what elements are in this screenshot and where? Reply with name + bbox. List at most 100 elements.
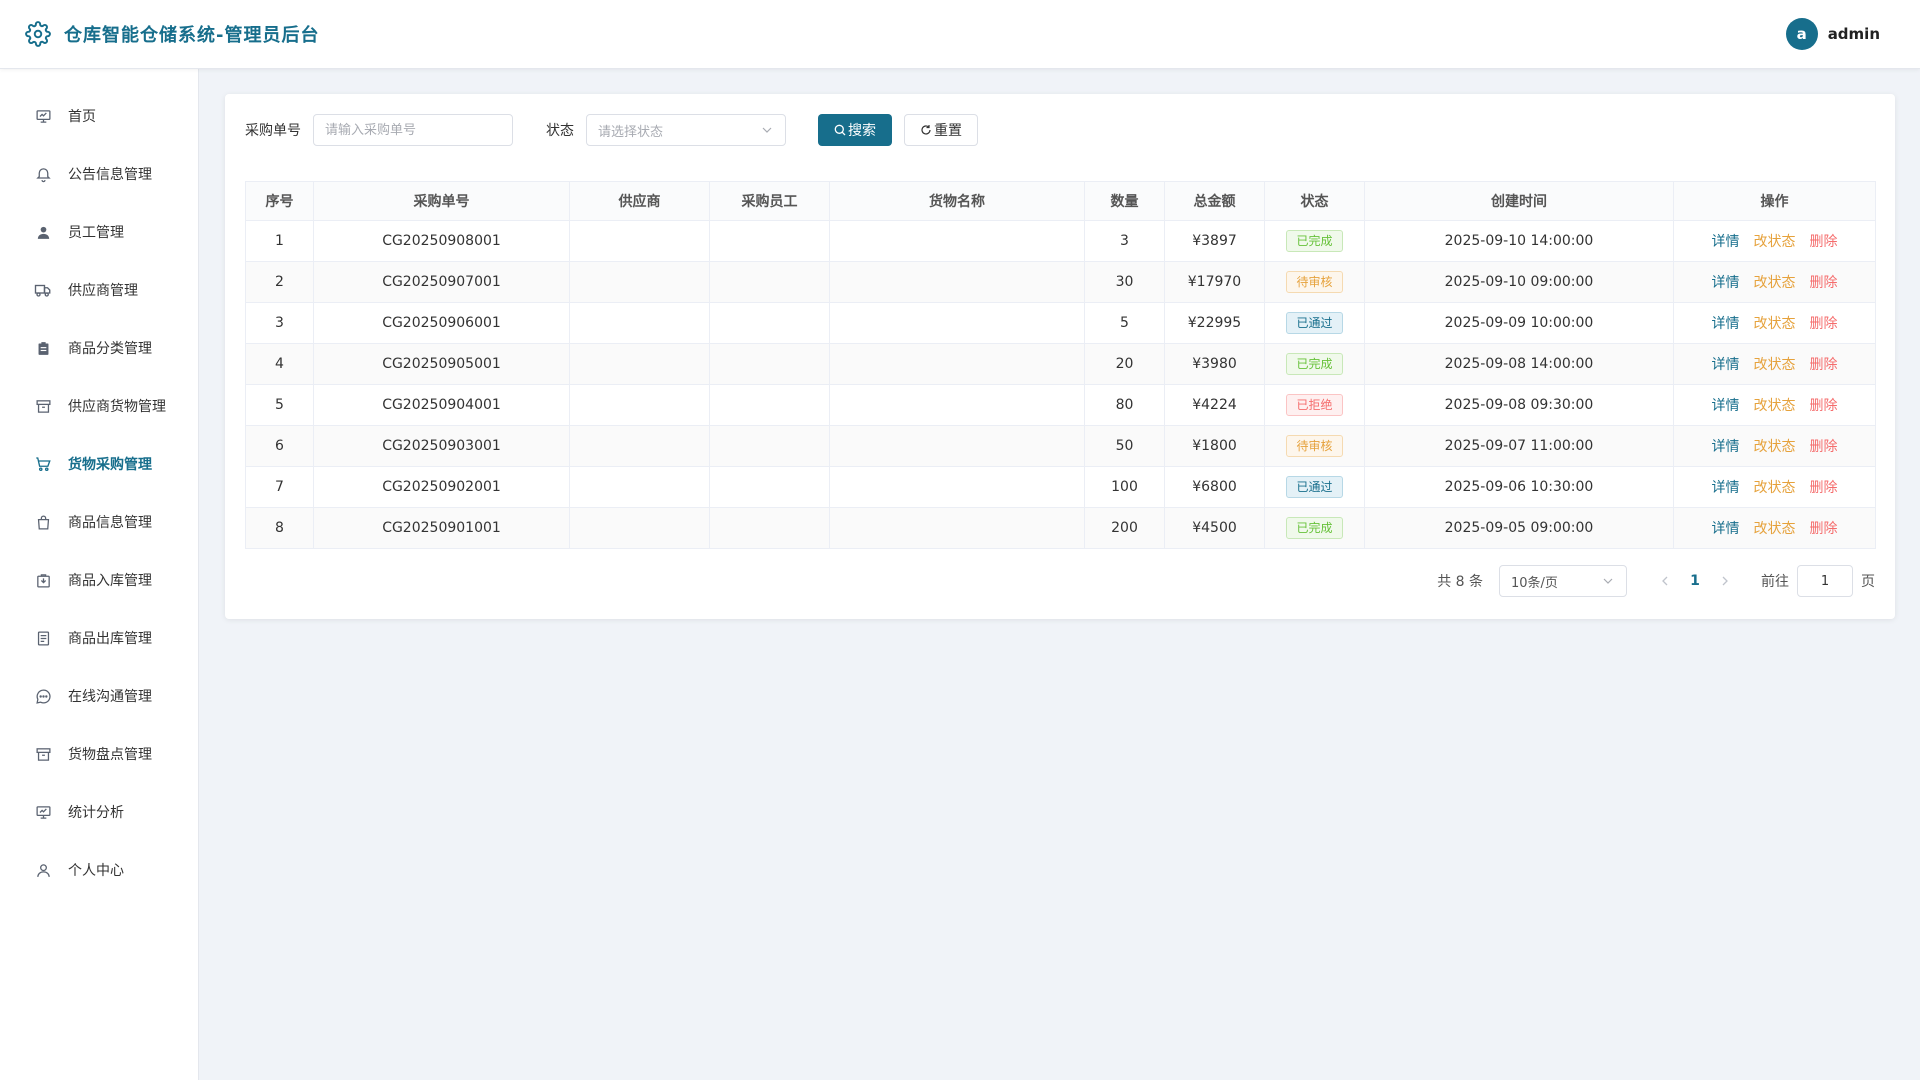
table-row: 2 CG20250907001 30 ¥17970 待审核 2025-09-10 09:0… [245,261,1876,303]
sidebar-item-home[interactable]: 首页 [0,87,198,145]
sidebar-item-notice[interactable]: 公告信息管理 [0,145,198,203]
avatar[interactable]: a [1785,18,1818,50]
cell-index: 4 [245,343,314,385]
cell-index: 7 [245,466,314,508]
cell-actions: 详情 改状态 删除 [1673,425,1876,467]
change-status-link[interactable]: 改状态 [1754,316,1796,332]
change-status-link[interactable]: 改状态 [1754,357,1796,373]
sidebar-item-outbound[interactable]: 商品出库管理 [0,609,198,667]
sidebar-item-chat[interactable]: 在线沟通管理 [0,667,198,725]
detail-link[interactable]: 详情 [1712,480,1740,496]
delete-link[interactable]: 删除 [1810,398,1838,414]
reset-button[interactable]: 重置 [904,114,978,146]
sidebar-item-goods-info[interactable]: 商品信息管理 [0,493,198,551]
order-no-input[interactable] [313,114,513,146]
refresh-icon [920,124,932,136]
user-menu[interactable]: a admin [1785,18,1880,50]
sidebar-item-label: 商品出库管理 [68,631,152,647]
page-suffix: 页 [1861,574,1875,590]
cell-quantity: 5 [1084,302,1165,344]
cell-staff [709,343,830,385]
delete-link[interactable]: 删除 [1810,521,1838,537]
detail-link[interactable]: 详情 [1712,234,1740,250]
sidebar-item-statistics[interactable]: 统计分析 [0,783,198,841]
change-status-link[interactable]: 改状态 [1754,398,1796,414]
delete-link[interactable]: 删除 [1810,439,1838,455]
cell-status: 已拒绝 [1264,384,1365,426]
table-row: 3 CG20250906001 5 ¥22995 已通过 2025-09-09 10:00… [245,302,1876,344]
cell-status: 已完成 [1264,507,1365,549]
table-header-row: 序号 采购单号 供应商 采购员工 货物名称 数量 总金额 状态 创建时间 操作 [245,181,1876,221]
delete-link[interactable]: 删除 [1810,275,1838,291]
cell-created-time: 2025-09-08 09:30:00 [1364,384,1674,426]
cell-amount: ¥6800 [1164,466,1265,508]
detail-link[interactable]: 详情 [1712,521,1740,537]
cart-icon [34,455,52,473]
change-status-link[interactable]: 改状态 [1754,275,1796,291]
app-title: 仓库智能仓储系统-管理员后台 [64,25,320,46]
change-status-link[interactable]: 改状态 [1754,439,1796,455]
sidebar-item-label: 个人中心 [68,863,124,879]
cell-goods-name [829,384,1085,426]
detail-link[interactable]: 详情 [1712,439,1740,455]
clipboard-icon [34,339,52,357]
change-status-link[interactable]: 改状态 [1754,521,1796,537]
search-icon [834,124,846,136]
column-header: 总金额 [1164,181,1265,221]
delete-link[interactable]: 删除 [1810,234,1838,250]
cell-created-time: 2025-09-09 10:00:00 [1364,302,1674,344]
chevron-right-icon [1722,576,1728,586]
cell-created-time: 2025-09-10 14:00:00 [1364,220,1674,262]
delete-link[interactable]: 删除 [1810,316,1838,332]
detail-link[interactable]: 详情 [1712,357,1740,373]
cell-amount: ¥4500 [1164,507,1265,549]
sidebar-item-staff[interactable]: 员工管理 [0,203,198,261]
cell-order-no: CG20250903001 [313,425,570,467]
cell-actions: 详情 改状态 删除 [1673,220,1876,262]
cell-goods-name [829,507,1085,549]
delete-link[interactable]: 删除 [1810,480,1838,496]
user-name[interactable]: admin [1828,25,1880,43]
page-number[interactable]: 1 [1679,573,1711,589]
cell-order-no: CG20250905001 [313,343,570,385]
sidebar-item-label: 商品分类管理 [68,341,152,357]
dashboard-icon [34,107,52,125]
delete-link[interactable]: 删除 [1810,357,1838,373]
cell-actions: 详情 改状态 删除 [1673,343,1876,385]
next-page-button[interactable] [1711,567,1739,595]
cell-created-time: 2025-09-06 10:30:00 [1364,466,1674,508]
status-select[interactable]: 请选择状态 [586,114,786,146]
sidebar-item-profile[interactable]: 个人中心 [0,841,198,899]
chevron-down-icon [1602,575,1614,587]
pagination: 共 8 条 10条/页 1 前往 页 [1437,565,1875,597]
sidebar-item-purchase[interactable]: 货物采购管理 [0,435,198,493]
detail-link[interactable]: 详情 [1712,316,1740,332]
cell-amount: ¥3980 [1164,343,1265,385]
column-header: 采购单号 [313,181,570,221]
cell-amount: ¥22995 [1164,302,1265,344]
change-status-link[interactable]: 改状态 [1754,480,1796,496]
sidebar-item-inventory[interactable]: 货物盘点管理 [0,725,198,783]
search-button[interactable]: 搜索 [818,114,892,146]
cell-goods-name [829,466,1085,508]
detail-link[interactable]: 详情 [1712,275,1740,291]
sidebar-item-category[interactable]: 商品分类管理 [0,319,198,377]
purchase-table: 序号 采购单号 供应商 采购员工 货物名称 数量 总金额 状态 创建时间 操作 … [245,181,1876,549]
cell-supplier [569,261,710,303]
archive-icon [34,745,52,763]
sidebar-item-supplier-goods[interactable]: 供应商货物管理 [0,377,198,435]
status-badge: 待审核 [1286,435,1343,457]
detail-link[interactable]: 详情 [1712,398,1740,414]
cell-goods-name [829,302,1085,344]
page-size-select[interactable]: 10条/页 [1499,565,1627,597]
prev-page-button[interactable] [1651,567,1679,595]
sidebar-item-supplier[interactable]: 供应商管理 [0,261,198,319]
cell-supplier [569,302,710,344]
sidebar-item-inbound[interactable]: 商品入库管理 [0,551,198,609]
change-status-link[interactable]: 改状态 [1754,234,1796,250]
sidebar-item-label: 货物采购管理 [68,457,152,473]
sidebar-item-label: 供应商货物管理 [68,399,166,415]
goto-page-input[interactable] [1797,565,1853,597]
cell-amount: ¥3897 [1164,220,1265,262]
cell-quantity: 100 [1084,466,1165,508]
